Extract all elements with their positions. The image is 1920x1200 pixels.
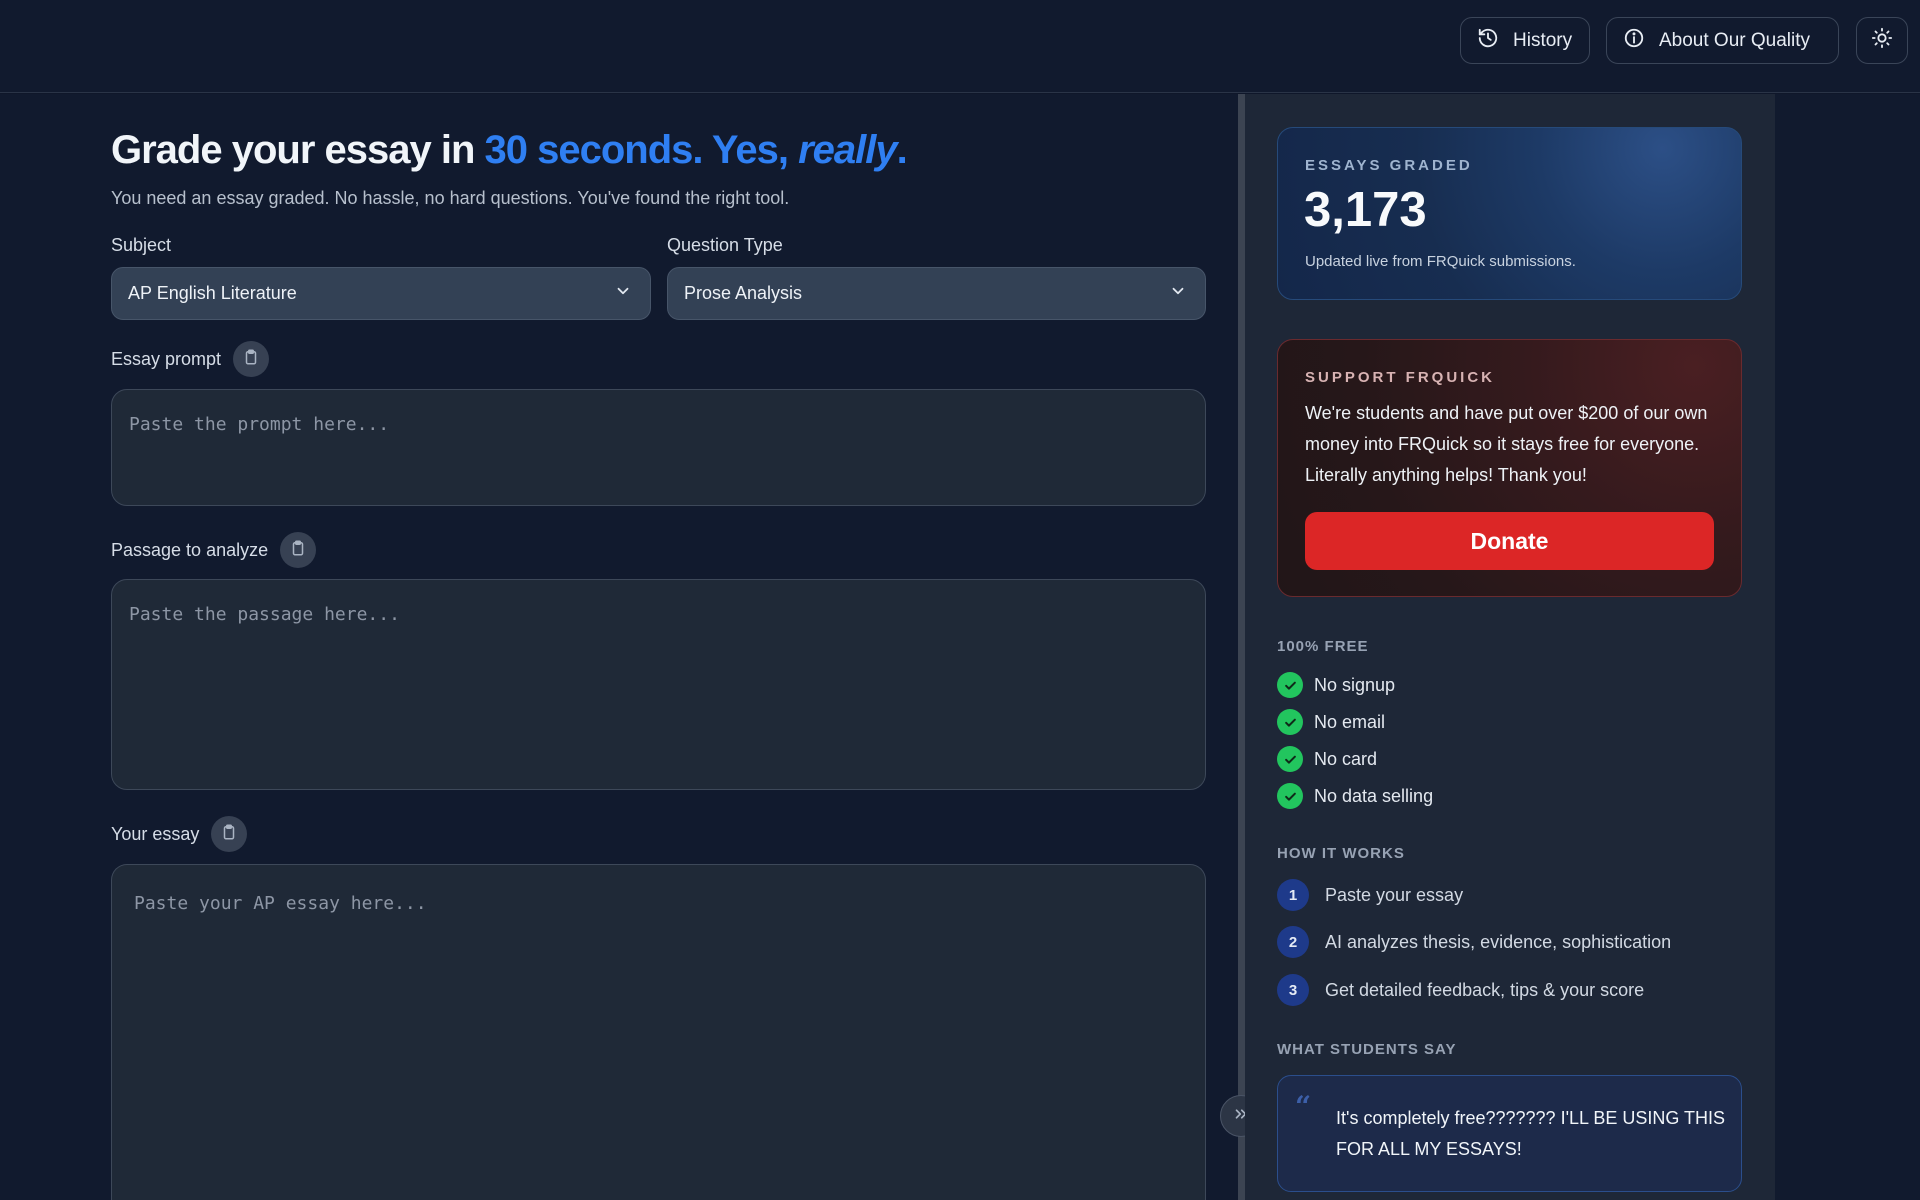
step-item: 3 Get detailed feedback, tips & your sco… bbox=[1277, 974, 1644, 1006]
essay-prompt-placeholder: Paste the prompt here... bbox=[129, 414, 390, 435]
question-type-label: Question Type bbox=[667, 235, 783, 256]
step-number: 3 bbox=[1277, 974, 1309, 1006]
free-item-label: No signup bbox=[1314, 674, 1396, 695]
theme-toggle-button[interactable] bbox=[1856, 17, 1908, 64]
paste-passage-button[interactable] bbox=[280, 532, 317, 568]
passage-label: Passage to analyze bbox=[111, 532, 317, 568]
about-quality-button[interactable]: About Our Quality bbox=[1606, 17, 1839, 64]
free-item: No email bbox=[1277, 709, 1385, 735]
clipboard-icon bbox=[220, 823, 238, 846]
your-essay-label-text: Your essay bbox=[111, 823, 200, 844]
check-icon bbox=[1277, 746, 1303, 772]
passage-input[interactable]: Paste the passage here... bbox=[111, 579, 1206, 790]
testimonial-card: “ It's completely free??????? I'LL BE US… bbox=[1277, 1075, 1742, 1192]
chevron-down-icon bbox=[614, 282, 632, 305]
free-item-label: No card bbox=[1314, 748, 1378, 769]
testimonials-heading: WHAT STUDENTS SAY bbox=[1277, 1041, 1457, 1058]
donate-button[interactable]: Donate bbox=[1305, 512, 1714, 570]
page-subtitle: You need an essay graded. No hassle, no … bbox=[111, 188, 790, 208]
your-essay-input[interactable]: Paste your AP essay here... bbox=[111, 864, 1206, 1200]
essays-graded-note: Updated live from FRQuick submissions. bbox=[1305, 253, 1576, 270]
how-it-works-heading: HOW IT WORKS bbox=[1277, 845, 1405, 862]
paste-prompt-button[interactable] bbox=[233, 341, 270, 377]
clipboard-icon bbox=[242, 348, 260, 371]
essay-prompt-label: Essay prompt bbox=[111, 341, 270, 377]
sun-icon bbox=[1871, 27, 1893, 55]
info-icon bbox=[1623, 27, 1645, 55]
step-item: 1 Paste your essay bbox=[1277, 879, 1463, 911]
subject-label: Subject bbox=[111, 235, 171, 256]
paste-essay-button[interactable] bbox=[211, 816, 248, 852]
subject-value: AP English Literature bbox=[128, 283, 297, 303]
donate-label: Donate bbox=[1470, 527, 1549, 554]
free-item-label: No email bbox=[1314, 711, 1386, 732]
passage-placeholder: Paste the passage here... bbox=[129, 604, 400, 625]
panel-divider[interactable] bbox=[1238, 94, 1245, 1200]
history-button[interactable]: History bbox=[1460, 17, 1590, 64]
title-end: . bbox=[896, 128, 908, 172]
page-title: Grade your essay in 30 seconds. Yes, rea… bbox=[111, 128, 908, 173]
question-type-label-text: Question Type bbox=[667, 235, 783, 255]
free-item: No card bbox=[1277, 746, 1377, 772]
support-card: SUPPORT FRQUICK We're students and have … bbox=[1277, 339, 1742, 597]
free-item: No signup bbox=[1277, 672, 1395, 698]
step-number: 1 bbox=[1277, 879, 1309, 911]
quote-icon: “ bbox=[1295, 1090, 1312, 1123]
about-quality-label: About Our Quality bbox=[1659, 29, 1811, 51]
support-kicker: SUPPORT FRQUICK bbox=[1305, 369, 1496, 386]
subject-select[interactable]: AP English Literature bbox=[111, 267, 651, 320]
title-accent: 30 seconds. Yes, bbox=[484, 128, 799, 172]
question-type-value: Prose Analysis bbox=[684, 283, 803, 303]
free-item: No data selling bbox=[1277, 783, 1433, 809]
essay-prompt-input[interactable]: Paste the prompt here... bbox=[111, 389, 1206, 506]
history-label: History bbox=[1513, 29, 1573, 51]
question-type-select[interactable]: Prose Analysis bbox=[667, 267, 1206, 320]
title-start: Grade your essay in bbox=[111, 128, 485, 172]
title-italic: really bbox=[798, 128, 898, 172]
check-icon bbox=[1277, 783, 1303, 809]
free-section-heading: 100% FREE bbox=[1277, 638, 1369, 655]
step-text: Get detailed feedback, tips & your score bbox=[1325, 979, 1645, 1000]
check-icon bbox=[1277, 709, 1303, 735]
essays-graded-kicker: ESSAYS GRADED bbox=[1305, 157, 1473, 174]
support-text: We're students and have put over $200 of… bbox=[1305, 403, 1708, 485]
subject-label-text: Subject bbox=[111, 235, 172, 255]
essays-graded-card: ESSAYS GRADED 3,173 Updated live from FR… bbox=[1277, 127, 1742, 300]
step-text: AI analyzes thesis, evidence, sophistica… bbox=[1325, 931, 1672, 952]
page-margin bbox=[1775, 94, 1920, 1200]
history-icon bbox=[1477, 27, 1499, 55]
top-bar: History About Our Quality bbox=[0, 0, 1920, 93]
passage-label-text: Passage to analyze bbox=[111, 539, 269, 560]
essay-prompt-label-text: Essay prompt bbox=[111, 348, 222, 369]
step-number: 2 bbox=[1277, 926, 1309, 958]
clipboard-icon bbox=[289, 539, 307, 562]
check-icon bbox=[1277, 672, 1303, 698]
your-essay-placeholder: Paste your AP essay here... bbox=[134, 893, 427, 914]
step-item: 2 AI analyzes thesis, evidence, sophisti… bbox=[1277, 926, 1671, 958]
step-text: Paste your essay bbox=[1325, 884, 1464, 905]
testimonial-text: It's completely free??????? I'LL BE USIN… bbox=[1336, 1108, 1726, 1159]
your-essay-label: Your essay bbox=[111, 816, 248, 852]
free-item-label: No data selling bbox=[1314, 785, 1434, 806]
essays-graded-count: 3,173 bbox=[1304, 183, 1427, 237]
chevron-down-icon bbox=[1169, 282, 1187, 305]
